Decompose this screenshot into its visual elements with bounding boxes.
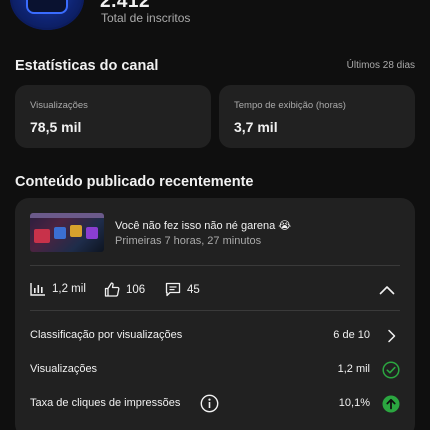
avatar-image bbox=[26, 0, 68, 14]
stat-card-label: Visualizações bbox=[30, 100, 88, 111]
stat-card-value: 3,7 mil bbox=[234, 119, 278, 135]
metric-comments-value: 45 bbox=[187, 283, 200, 296]
info-icon[interactable] bbox=[200, 394, 219, 418]
thumbnail-shape bbox=[86, 227, 98, 239]
row-label: Classificação por visualizações bbox=[30, 329, 183, 341]
divider bbox=[30, 310, 400, 311]
subscriber-label: Total de inscritos bbox=[101, 11, 191, 25]
metric-views: 1,2 mil bbox=[30, 282, 86, 296]
collapse-button[interactable] bbox=[379, 282, 395, 300]
check-circle-icon bbox=[382, 361, 400, 384]
stat-card-watch-time[interactable]: Tempo de exibição (horas) 3,7 mil bbox=[219, 85, 415, 148]
row-value: 1,2 mil bbox=[337, 363, 370, 375]
row-label: Taxa de cliques de impressões bbox=[30, 397, 181, 409]
row-ctr: Taxa de cliques de impressões 10,1% bbox=[30, 394, 400, 414]
row-value: 10,1% bbox=[338, 397, 370, 409]
row-views: Visualizações 1,2 mil bbox=[30, 360, 400, 380]
bar-chart-icon bbox=[30, 283, 45, 296]
channel-avatar[interactable] bbox=[10, 0, 84, 30]
thumbnail-shape bbox=[54, 227, 66, 239]
chevron-up-icon bbox=[379, 286, 395, 295]
thumbnail-shape bbox=[34, 229, 50, 243]
metric-likes: 106 bbox=[104, 282, 145, 297]
row-label: Visualizações bbox=[30, 363, 98, 375]
stats-period: Últimos 28 dias bbox=[346, 60, 415, 71]
recent-video-card: Você não fez isso não né garena 😭 Primei… bbox=[15, 198, 415, 430]
video-title[interactable]: Você não fez isso não né garena 😭 bbox=[115, 219, 291, 232]
comment-icon bbox=[165, 282, 181, 297]
arrow-up-circle-icon bbox=[382, 395, 400, 418]
stat-card-label: Tempo de exibição (horas) bbox=[234, 100, 346, 111]
metric-likes-value: 106 bbox=[126, 283, 146, 296]
metric-comments: 45 bbox=[165, 282, 200, 297]
thumbs-up-icon bbox=[104, 282, 120, 297]
row-ranking[interactable]: Classificação por visualizações 6 de 10 bbox=[30, 326, 400, 346]
channel-header: 2.412 Total de inscritos bbox=[0, 0, 430, 40]
row-value: 6 de 10 bbox=[333, 329, 370, 341]
metric-views-value: 1,2 mil bbox=[52, 283, 86, 295]
divider bbox=[30, 265, 400, 266]
video-thumbnail[interactable] bbox=[30, 213, 104, 252]
chevron-right-icon bbox=[382, 327, 400, 350]
stat-card-value: 78,5 mil bbox=[30, 119, 82, 135]
channel-stats-title: Estatísticas do canal bbox=[15, 58, 159, 74]
thumbnail-top-bar bbox=[30, 213, 104, 218]
thumbnail-shape bbox=[70, 225, 82, 237]
video-meta: Primeiras 7 horas, 27 minutos bbox=[115, 235, 262, 247]
recent-content-title: Conteúdo publicado recentemente bbox=[15, 174, 254, 190]
stat-card-views[interactable]: Visualizações 78,5 mil bbox=[15, 85, 211, 148]
